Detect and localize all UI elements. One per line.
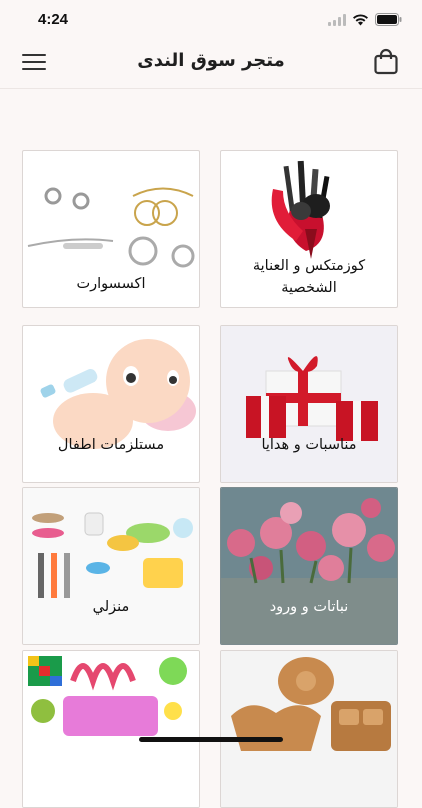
gifts-image bbox=[221, 326, 397, 482]
category-card-wood[interactable] bbox=[220, 650, 398, 808]
category-grid: كوزمتكس و العناية الشخصية اكسسوارت مناسب… bbox=[0, 0, 422, 808]
category-card-plants-flowers[interactable]: نباتات و ورود bbox=[220, 487, 398, 645]
category-card-toys[interactable] bbox=[22, 650, 200, 808]
category-card-home[interactable]: منزلي bbox=[22, 487, 200, 645]
baby-image bbox=[40, 339, 196, 449]
wood-trays-image bbox=[221, 651, 397, 807]
flowers-image bbox=[221, 488, 397, 644]
home-image bbox=[23, 488, 199, 644]
category-card-gifts[interactable]: مناسبات و هدايا bbox=[220, 325, 398, 483]
category-label: اكسسوارت bbox=[76, 276, 146, 292]
category-label: منزلي bbox=[92, 599, 130, 615]
toys-image bbox=[23, 651, 199, 807]
category-label: مناسبات و هدايا bbox=[261, 437, 357, 453]
category-card-cosmetics[interactable]: كوزمتكس و العناية الشخصية bbox=[220, 150, 398, 308]
category-card-baby-supplies[interactable]: مستلزمات اطفال bbox=[22, 325, 200, 483]
category-label: كوزمتكس و العناية الشخصية bbox=[252, 258, 366, 296]
category-card-accessories[interactable]: اكسسوارت bbox=[22, 150, 200, 308]
home-indicator bbox=[139, 737, 283, 742]
category-label: نباتات و ورود bbox=[269, 599, 349, 615]
category-label: مستلزمات اطفال bbox=[57, 437, 165, 453]
